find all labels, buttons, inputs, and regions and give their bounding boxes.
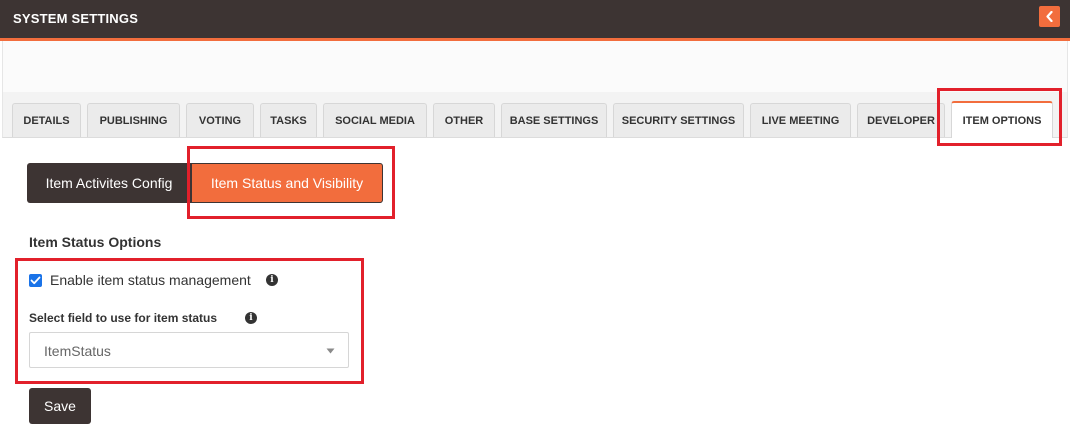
tab-developer[interactable]: DEVELOPER	[857, 103, 945, 137]
tab-details[interactable]: DETAILS	[12, 103, 81, 137]
status-field-label: Select field to use for item status	[29, 311, 218, 325]
settings-header: SYSTEM SETTINGS	[0, 0, 1070, 38]
tab-live-meeting[interactable]: LIVE MEETING	[750, 103, 851, 137]
tab-publishing[interactable]: PUBLISHING	[87, 103, 180, 137]
page-title: SYSTEM SETTINGS	[13, 11, 139, 26]
info-icon[interactable]: i	[266, 274, 278, 286]
chevron-left-icon	[1046, 11, 1053, 22]
tab-other[interactable]: OTHER	[433, 103, 495, 137]
caret-down-icon	[326, 348, 335, 354]
save-button[interactable]: Save	[29, 388, 91, 424]
collapse-button[interactable]	[1039, 6, 1060, 27]
tab-social-media[interactable]: SOCIAL MEDIA	[323, 103, 427, 137]
info-icon[interactable]: i	[245, 312, 257, 324]
enable-status-checkbox[interactable]	[29, 274, 42, 287]
subtab-item-activities-config[interactable]: Item Activites Config	[27, 163, 191, 203]
tab-base-settings[interactable]: BASE SETTINGS	[501, 103, 607, 137]
tab-item-options[interactable]: ITEM OPTIONS	[951, 101, 1053, 138]
checkmark-icon	[30, 276, 41, 285]
tab-voting[interactable]: VOTING	[186, 103, 254, 137]
section-title: Item Status Options	[29, 234, 162, 250]
enable-status-label[interactable]: Enable item status management	[50, 272, 251, 288]
tab-security-settings[interactable]: SECURITY SETTINGS	[613, 103, 744, 137]
header-sub-band	[2, 41, 1068, 92]
status-field-select[interactable]: ItemStatus	[29, 332, 349, 368]
subtab-item-status-visibility[interactable]: Item Status and Visibility	[191, 163, 383, 203]
select-value: ItemStatus	[44, 343, 111, 359]
tab-tasks[interactable]: TASKS	[260, 103, 317, 137]
